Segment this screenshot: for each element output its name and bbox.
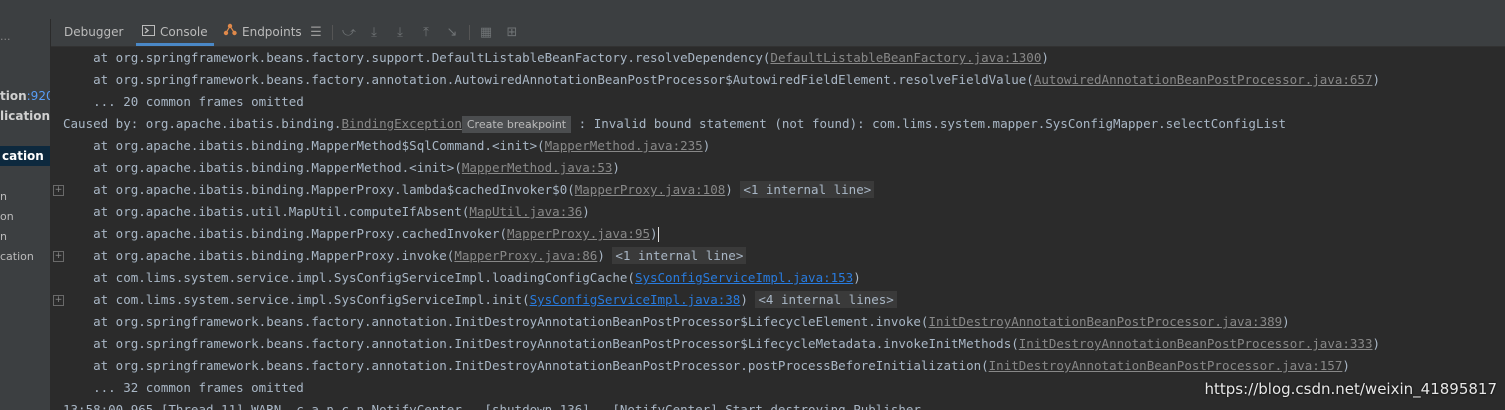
- source-link[interactable]: InitDestroyAnnotationBeanPostProcessor.j…: [1019, 336, 1373, 351]
- toolbar-separator-2: [469, 25, 470, 40]
- internal-lines-chip[interactable]: <1 internal line>: [612, 247, 747, 264]
- create-breakpoint-tooltip[interactable]: Create breakpoint: [461, 116, 572, 133]
- console-text: ): [612, 160, 620, 175]
- tree-item-7[interactable]: cation: [0, 250, 34, 263]
- trace-icon[interactable]: ⊞: [503, 24, 521, 41]
- console-text: ): [1372, 336, 1381, 351]
- console-text: Caused by: org.apache.ibatis.binding.: [63, 116, 342, 131]
- console-text: 13:58:00.965 [Thread-11] WARN c.a.n.c.n.…: [63, 402, 921, 410]
- watermark: https://blog.csdn.net/weixin_41895817: [1204, 380, 1497, 398]
- console-text: ): [1041, 50, 1049, 65]
- console-line: at org.springframework.beans.factory.sup…: [63, 47, 1049, 69]
- console-line: 13:58:00.965 [Thread-11] WARN c.a.n.c.n.…: [63, 399, 921, 410]
- console-text: at org.springframework.beans.factory.sup…: [63, 50, 771, 65]
- console-line: at com.lims.system.service.impl.SysConfi…: [63, 289, 897, 311]
- console-text: at org.apache.ibatis.binding.MapperProxy…: [63, 248, 455, 263]
- services-tree-panel[interactable]: ... tion:920 lication cation n on n cati…: [0, 19, 51, 410]
- step-over-icon[interactable]: ⤻: [340, 24, 358, 41]
- tree-item-selected[interactable]: cation: [0, 146, 50, 166]
- console-line: at org.apache.ibatis.binding.MapperMetho…: [63, 135, 710, 157]
- console-text: ... 32 common frames omitted: [63, 380, 304, 395]
- console-text: at org.apache.ibatis.util.MapUtil.comput…: [63, 204, 470, 219]
- console-text: ): [740, 292, 756, 307]
- source-link[interactable]: InitDestroyAnnotationBeanPostProcessor.j…: [989, 358, 1343, 373]
- tree-item-ellipsis[interactable]: ...: [0, 29, 11, 43]
- console-line: at com.lims.system.service.impl.SysConfi…: [63, 267, 861, 289]
- source-link[interactable]: DefaultListableBeanFactory.java:1300: [770, 50, 1041, 65]
- source-link[interactable]: MapUtil.java:36: [469, 204, 582, 219]
- tree-item-6[interactable]: n: [0, 230, 7, 243]
- console-text: ): [1342, 358, 1350, 373]
- force-step-into-icon[interactable]: ⤓: [391, 24, 409, 41]
- console-text: ): [650, 226, 658, 241]
- tree-item-application[interactable]: tion:920: [0, 89, 50, 103]
- step-out-icon[interactable]: ⤒: [417, 24, 435, 41]
- run-to-cursor-icon[interactable]: ↘: [443, 24, 461, 41]
- console-text: at org.springframework.beans.factory.ann…: [63, 72, 1034, 87]
- toolbar-separator: [332, 25, 333, 40]
- internal-lines-chip[interactable]: <1 internal line>: [740, 181, 875, 198]
- console-text: ): [853, 270, 861, 285]
- source-link[interactable]: SysConfigServiceImpl.java:38: [530, 292, 741, 307]
- console-output[interactable]: at org.springframework.beans.factory.sup…: [51, 47, 1505, 410]
- source-link[interactable]: MapperProxy.java:108: [575, 182, 726, 197]
- evaluate-expression-icon[interactable]: ▦: [477, 24, 495, 41]
- console-text: : Invalid bound statement (not found): c…: [571, 116, 1287, 131]
- console-line: at org.apache.ibatis.binding.MapperProxy…: [63, 245, 747, 267]
- console-text: at org.apache.ibatis.binding.MapperMetho…: [63, 160, 462, 175]
- text-cursor: [657, 227, 659, 242]
- source-link[interactable]: InitDestroyAnnotationBeanPostProcessor.j…: [928, 314, 1282, 329]
- console-text: ): [725, 182, 741, 197]
- console-line: at org.apache.ibatis.binding.MapperMetho…: [63, 157, 620, 179]
- tree-item-5[interactable]: on: [0, 210, 14, 223]
- console-line: at org.apache.ibatis.binding.MapperProxy…: [63, 179, 875, 201]
- console-text: ... 20 common frames omitted: [63, 94, 304, 109]
- console-text: at org.apache.ibatis.binding.MapperProxy…: [63, 182, 575, 197]
- debug-toolbar: Debugger Console Endpoints ☰ ⤻ ⤓ ⤓ ⤒ ↘ ▦…: [51, 19, 1505, 47]
- source-link[interactable]: MapperMethod.java:235: [545, 138, 703, 153]
- console-text: at org.apache.ibatis.binding.MapperProxy…: [63, 226, 508, 241]
- console-line: at org.springframework.beans.factory.ann…: [63, 69, 1380, 91]
- console-text: ): [597, 248, 613, 263]
- step-into-icon[interactable]: ⤓: [365, 24, 383, 41]
- console-text: at org.springframework.beans.factory.ann…: [63, 314, 929, 329]
- hamburger-menu-icon[interactable]: ☰: [307, 24, 325, 41]
- console-line: at org.apache.ibatis.util.MapUtil.comput…: [63, 201, 590, 223]
- console-text: ): [1282, 314, 1290, 329]
- tab-debugger[interactable]: Debugger: [64, 19, 123, 46]
- internal-lines-chip[interactable]: <4 internal lines>: [755, 291, 897, 308]
- console-line: at org.springframework.beans.factory.ann…: [63, 355, 1350, 377]
- console-text: at com.lims.system.service.impl.SysConfi…: [63, 292, 530, 307]
- console-text: at com.lims.system.service.impl.SysConfi…: [63, 270, 635, 285]
- source-link[interactable]: SysConfigServiceImpl.java:153: [635, 270, 853, 285]
- console-line: ... 20 common frames omitted: [63, 91, 304, 113]
- console-line: at org.springframework.beans.factory.ann…: [63, 333, 1380, 355]
- tree-item-application-2[interactable]: lication: [0, 109, 50, 123]
- source-link[interactable]: MapperMethod.java:53: [462, 160, 613, 175]
- console-text: ): [1372, 72, 1380, 87]
- console-text: at org.springframework.beans.factory.ann…: [63, 336, 1019, 351]
- top-strip: [0, 0, 1505, 20]
- console-text: ): [582, 204, 590, 219]
- console-text: at org.springframework.beans.factory.ann…: [63, 358, 989, 373]
- console-text: ): [702, 138, 711, 153]
- source-link[interactable]: AutowiredAnnotationBeanPostProcessor.jav…: [1034, 72, 1373, 87]
- console-line: at org.springframework.beans.factory.ann…: [63, 311, 1290, 333]
- endpoints-icon: [223, 19, 237, 46]
- console-icon: [142, 19, 155, 46]
- tab-endpoints[interactable]: Endpoints: [223, 19, 302, 46]
- console-text: at org.apache.ibatis.binding.MapperMetho…: [63, 138, 545, 153]
- source-link[interactable]: BindingException: [341, 116, 461, 131]
- source-link[interactable]: MapperProxy.java:95: [507, 226, 650, 241]
- console-line: ... 32 common frames omitted: [63, 377, 304, 399]
- tab-console[interactable]: Console: [136, 19, 214, 46]
- source-link[interactable]: MapperProxy.java:86: [454, 248, 597, 263]
- tree-item-4[interactable]: n: [0, 190, 7, 203]
- console-line: Caused by: org.apache.ibatis.binding.Bin…: [63, 113, 1286, 135]
- console-line: at org.apache.ibatis.binding.MapperProxy…: [63, 223, 659, 245]
